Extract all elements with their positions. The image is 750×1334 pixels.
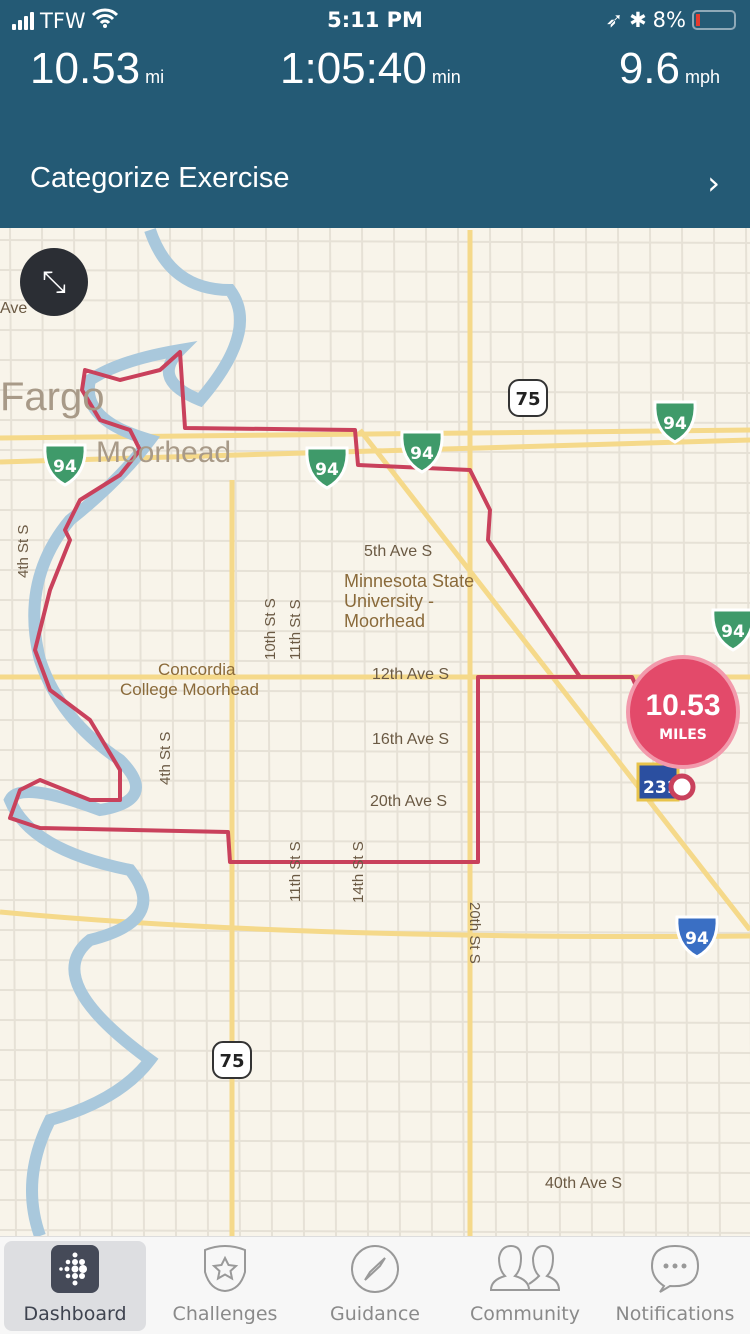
map-label: 4th St S [15,525,32,578]
tab-notifications[interactable]: Notifications [604,1241,746,1331]
end-marker [668,773,696,801]
compass-icon [304,1241,446,1297]
location-icon: ➶ [605,8,624,32]
map-label: Fargo [0,375,105,419]
map-label: Ave [0,300,27,317]
tab-label: Notifications [615,1303,735,1325]
map-label: 11th St S [287,599,304,660]
map-label: Minnesota State [344,571,474,591]
tab-community[interactable]: Community [454,1241,596,1331]
battery-percent: 8% [652,8,686,32]
map-label: Moorhead [344,611,425,631]
svg-text:94: 94 [410,444,434,464]
categorize-exercise-button[interactable]: Categorize Exercise [30,162,290,195]
distance-value: 10.53 [30,44,141,93]
tab-label: Community [470,1303,580,1325]
tab-guidance[interactable]: Guidance [304,1241,446,1331]
interstate-shield: 94 [653,400,697,444]
collapse-map-button[interactable]: ⤡ [20,248,88,316]
chevron-right-icon[interactable]: › [707,164,720,202]
header: TFW 5:11 PM ➶ ✱ 8% 10.53 mi 1:05:40 min 9.6… [0,0,750,228]
tab-bar: Dashboard Challenges Guidance Community … [0,1236,750,1334]
interstate-shield: 94 [43,443,87,487]
speed-value: 9.6 [618,44,680,93]
map-label: 20th St S [466,902,483,964]
chat-bubble-icon [604,1241,746,1297]
tab-dashboard[interactable]: Dashboard [4,1241,146,1331]
map-label: 14th St S [350,841,367,903]
tab-label: Dashboard [23,1303,127,1325]
speed-stat: 9.6 mph [619,44,720,94]
duration-stat: 1:05:40 min [280,44,461,94]
map-label: 10th St S [262,598,279,660]
duration-value: 1:05:40 [280,44,427,93]
map-label: 12th Ave S [372,666,449,683]
map-label: 20th Ave S [370,793,447,810]
map-label: 5th Ave S [364,543,432,560]
svg-text:94: 94 [53,457,77,477]
interstate-shield: 94 [711,608,750,652]
svg-text:94: 94 [663,414,687,434]
us-route-shield: 75 [212,1041,252,1079]
people-icon [454,1241,596,1297]
speed-unit: mph [684,67,720,87]
svg-text:75: 75 [515,389,540,410]
map-label: 40th Ave S [545,1175,622,1192]
distance-unit: mi [145,67,165,87]
interstate-shield: 94 [675,915,719,959]
duration-unit: min [431,67,461,87]
badge-unit: MILES [659,727,707,743]
tab-label: Guidance [330,1303,420,1325]
badge-value: 10.53 [645,689,721,722]
svg-text:94: 94 [315,460,339,480]
us-route-shield: 75 [508,379,548,417]
map-label: 16th Ave S [372,731,449,748]
map-label: 4th St S [157,732,174,785]
distance-stat: 10.53 mi [30,44,164,94]
fitbit-logo-icon [4,1241,146,1297]
map-label: 11th St S [287,841,304,902]
map-label: Moorhead [96,436,231,469]
tab-challenges[interactable]: Challenges [154,1241,296,1331]
bluetooth-icon: ✱ [629,8,647,32]
distance-badge: 10.53 MILES [626,655,740,769]
svg-text:94: 94 [721,622,745,642]
status-bar: TFW 5:11 PM ➶ ✱ 8% [0,6,750,36]
svg-text:75: 75 [219,1051,244,1072]
map-label: University - [344,591,434,611]
battery-icon [692,10,736,30]
svg-text:94: 94 [685,929,709,949]
star-shield-icon [154,1241,296,1297]
map-label: College Moorhead [120,680,259,699]
map-label: Concordia [158,660,236,679]
tab-label: Challenges [172,1303,278,1325]
collapse-arrows-icon: ⤡ [42,264,66,300]
